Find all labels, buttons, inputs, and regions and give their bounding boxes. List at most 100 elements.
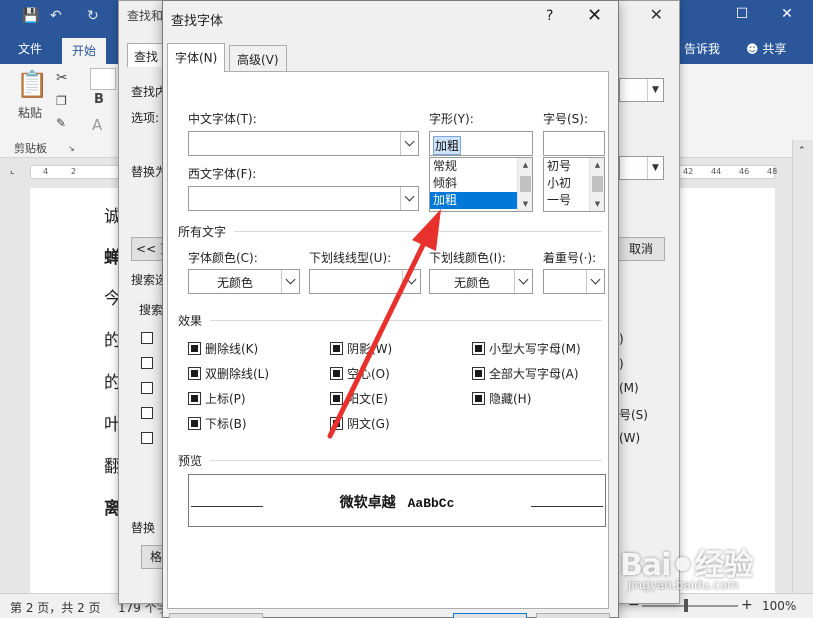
find-replace-close-button[interactable]: ✕ (650, 5, 663, 24)
font-style-input[interactable]: 加粗 (429, 131, 533, 156)
dialog-launcher-icon[interactable]: ↘ (68, 144, 75, 153)
tab-home[interactable]: 开始 (62, 38, 107, 64)
chevron-down-icon[interactable]: ▼ (647, 79, 663, 101)
list-scrollbar[interactable]: ▲ ▼ (589, 158, 604, 211)
vertical-scrollbar[interactable]: ⌃ (792, 140, 813, 593)
window-close-button[interactable]: ✕ (777, 6, 797, 22)
font-size-input[interactable] (543, 131, 605, 156)
cancel-font-button[interactable] (536, 613, 610, 618)
option-checkbox[interactable] (141, 407, 153, 419)
collapse-ribbon-icon[interactable]: ⌃ (798, 146, 806, 156)
ruler-number: 46 (739, 167, 750, 176)
font-size-label: 字号(S): (543, 112, 589, 126)
checkbox-box[interactable] (472, 392, 485, 405)
checkbox-box[interactable] (188, 367, 201, 380)
replace-with-combo[interactable]: ▼ (619, 156, 664, 180)
checkbox-box[interactable] (330, 392, 343, 405)
replace-section-label: 替换 (131, 521, 156, 535)
font-color-combo[interactable]: 无颜色 (188, 269, 300, 294)
chinese-font-combo[interactable] (188, 131, 419, 156)
help-button[interactable]: ? (546, 8, 553, 24)
scroll-up-icon[interactable]: ▲ (590, 159, 604, 171)
tab-file[interactable]: 文件 (18, 40, 42, 57)
font-style-list[interactable]: 常规 倾斜 加粗 ▲ ▼ (429, 157, 533, 212)
chevron-down-icon[interactable]: ▼ (647, 157, 663, 179)
chevron-down-icon[interactable] (514, 270, 532, 293)
checkbox-box[interactable] (472, 342, 485, 355)
vertical-ruler[interactable] (0, 188, 20, 593)
superscript-checkbox[interactable]: 上标(P) (188, 390, 246, 407)
font-name-box[interactable] (90, 68, 116, 90)
scroll-down-icon[interactable]: ▼ (518, 198, 532, 210)
scroll-down-icon[interactable]: ▼ (590, 198, 604, 210)
chevron-down-icon[interactable] (402, 270, 420, 293)
checkbox-box[interactable] (188, 417, 201, 430)
ok-button[interactable] (453, 613, 527, 618)
bold-icon[interactable]: B (94, 92, 104, 107)
checkbox-box[interactable] (472, 367, 485, 380)
page-count[interactable]: 第 2 页，共 2 页 (10, 599, 101, 616)
redo-icon[interactable]: ↻ (87, 8, 99, 24)
share-button[interactable]: ☻ 共享 (746, 40, 786, 57)
strikethrough-checkbox[interactable]: 删除线(K) (188, 340, 258, 357)
right-option-shortcut: ) (619, 332, 624, 346)
small-caps-checkbox[interactable]: 小型大写字母(M) (472, 340, 581, 357)
option-checkbox[interactable] (141, 382, 153, 394)
scroll-thumb[interactable] (520, 176, 531, 192)
chevron-down-icon[interactable] (400, 132, 418, 155)
zoom-level[interactable]: 100% (762, 599, 796, 613)
double-strikethrough-checkbox[interactable]: 双删除线(L) (188, 365, 269, 382)
checkbox-box[interactable] (330, 417, 343, 430)
scroll-up-icon[interactable]: ▲ (518, 159, 532, 171)
default-button[interactable] (169, 613, 263, 618)
text-effects-icon[interactable]: A (92, 116, 102, 134)
copy-icon[interactable]: ❐ (56, 94, 67, 108)
tab-font[interactable]: 字体(N) (167, 43, 226, 72)
underline-color-combo[interactable]: 无颜色 (429, 269, 533, 294)
tell-me-search[interactable]: 告诉我 (684, 40, 720, 57)
format-painter-icon[interactable]: ✎ (56, 116, 66, 130)
option-checkbox[interactable] (141, 357, 153, 369)
checkbox-box[interactable] (330, 342, 343, 355)
tab-advanced[interactable]: 高级(V) (229, 45, 287, 71)
emphasis-mark-combo[interactable] (543, 269, 605, 294)
undo-icon[interactable]: ↶ (50, 8, 62, 24)
checkbox-box[interactable] (330, 367, 343, 380)
font-size-list[interactable]: 初号 小初 一号 ▲ ▼ (543, 157, 605, 212)
chevron-down-icon[interactable] (586, 270, 604, 293)
right-option-shortcut: ) (619, 357, 624, 371)
western-font-combo[interactable] (188, 186, 419, 211)
paste-icon[interactable]: 📋 (16, 70, 48, 100)
preview-chinese: 微软卓越 (339, 495, 396, 511)
paste-label[interactable]: 粘贴 (18, 104, 42, 121)
chevron-down-icon[interactable] (400, 187, 418, 210)
option-checkbox[interactable] (141, 332, 153, 344)
ruler-number: 2 (71, 167, 77, 176)
maximize-button[interactable]: ☐ (732, 6, 752, 22)
cancel-button[interactable]: 取消 (617, 237, 665, 261)
shadow-checkbox[interactable]: 阴影(W) (330, 340, 392, 357)
find-what-combo[interactable]: ▼ (619, 78, 664, 102)
checkbox-box[interactable] (188, 392, 201, 405)
tab-stop-icon[interactable]: ⌞ (10, 166, 14, 176)
zoom-in-button[interactable]: + (741, 597, 753, 613)
cut-icon[interactable]: ✂ (56, 70, 68, 86)
checkbox-label: 上标(P) (205, 392, 246, 406)
chevron-down-icon[interactable] (281, 270, 299, 293)
engrave-checkbox[interactable]: 阴文(G) (330, 415, 390, 432)
option-checkbox[interactable] (141, 432, 153, 444)
zoom-slider-thumb[interactable] (684, 599, 688, 612)
checkbox-box[interactable] (188, 342, 201, 355)
underline-style-combo[interactable] (309, 269, 421, 294)
list-scrollbar[interactable]: ▲ ▼ (517, 158, 532, 211)
save-icon[interactable]: 💾 (22, 8, 39, 24)
close-button[interactable]: ✕ (587, 5, 602, 26)
hidden-checkbox[interactable]: 隐藏(H) (472, 390, 531, 407)
tab-find[interactable]: 查找 (127, 43, 167, 67)
subscript-checkbox[interactable]: 下标(B) (188, 415, 247, 432)
zoom-slider[interactable] (642, 605, 738, 607)
scroll-thumb[interactable] (592, 176, 603, 192)
emboss-checkbox[interactable]: 阳文(E) (330, 390, 388, 407)
outline-checkbox[interactable]: 空心(O) (330, 365, 390, 382)
all-caps-checkbox[interactable]: 全部大写字母(A) (472, 365, 579, 382)
